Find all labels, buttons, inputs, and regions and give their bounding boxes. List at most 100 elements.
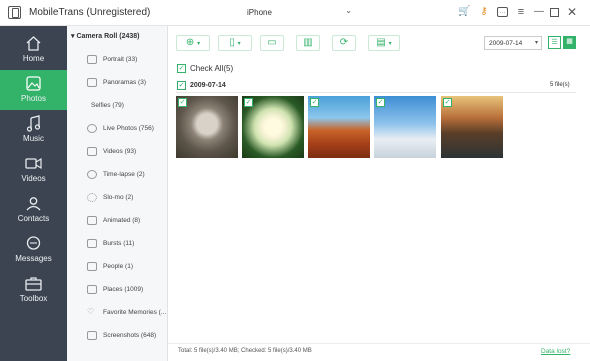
close-icon[interactable]: ✕ (566, 6, 578, 18)
date-group-count: 5 file(s) (550, 82, 570, 88)
chevron-down-icon: ▾ (534, 40, 538, 46)
photo-thumbnail-penguins[interactable]: ✓ (374, 96, 436, 158)
chevron-down-icon: ▾ (197, 41, 201, 47)
album-screenshots[interactable]: Screenshots (648) (87, 330, 167, 344)
time-lapse-icon (87, 170, 97, 179)
nav-label: Music (23, 134, 44, 143)
contacts-icon (26, 197, 41, 211)
toolbox-icon: ▤ (376, 37, 386, 48)
title-bar: MobileTrans (Unregistered) iPhone ⌄ 🛒 ⚷ … (0, 0, 590, 26)
device-name: iPhone (247, 8, 272, 17)
album-label: Live Photos (756) (103, 125, 154, 132)
portrait-icon (87, 55, 97, 64)
nav-label: Contacts (17, 214, 50, 223)
date-filter-value: 2009-07-14 (489, 40, 523, 47)
bursts-icon (87, 239, 97, 248)
people-icon (87, 262, 97, 271)
album-label: Screenshots (648) (103, 332, 157, 339)
export-button[interactable]: ▯ ▾ (218, 35, 252, 51)
app-logo-icon (8, 6, 21, 19)
refresh-button[interactable]: ⟳ (332, 35, 356, 51)
toolbox-icon (25, 277, 42, 291)
date-filter-select[interactable]: 2009-07-14 ▾ (484, 36, 542, 50)
photo-checkbox[interactable]: ✓ (244, 98, 253, 107)
grid-view-button[interactable]: ▦ (563, 36, 576, 49)
divider (176, 92, 576, 93)
add-button[interactable]: ⊕ ▾ (176, 35, 210, 51)
video-icon (87, 147, 97, 156)
nav-videos[interactable]: Videos (0, 150, 67, 190)
heart-icon: ♡ (87, 307, 95, 316)
nav-home[interactable]: Home (0, 30, 67, 70)
add-icon: ⊕ (185, 37, 195, 48)
album-places[interactable]: Places (1009) (87, 284, 167, 298)
grid-view-icon: ▦ (566, 38, 573, 45)
nav-photos[interactable]: Photos (0, 70, 67, 110)
album-videos[interactable]: Videos (93) (87, 146, 167, 160)
album-selfies[interactable]: Selfies (79) (87, 100, 167, 114)
refresh-icon: ⟳ (339, 37, 349, 48)
album-live-photos[interactable]: Live Photos (756) (87, 123, 167, 137)
home-icon (26, 36, 41, 51)
album-label: Slo-mo (2) (103, 194, 134, 201)
album-time-lapse[interactable]: Time-lapse (2) (87, 169, 167, 183)
album-label: Time-lapse (2) (103, 171, 145, 178)
menu-icon[interactable]: ≡ (515, 6, 527, 18)
nav-label: Home (22, 54, 45, 63)
toolbar: ⊕ ▾ ▯ ▾ ▭ ▥ ⟳ ▤ ▾ 2009-07-14 ▾ ☰ ▦ (168, 26, 590, 60)
camera-roll-label: Camera Roll (2438) (76, 33, 140, 40)
device-selector[interactable]: iPhone ⌄ (232, 6, 354, 20)
export-to-pc-button[interactable]: ▭ (260, 35, 284, 51)
status-bar: Total: 5 file(s)/3.40 MB; Checked: 5 fil… (168, 343, 590, 361)
list-view-button[interactable]: ☰ (548, 36, 561, 49)
status-summary: Total: 5 file(s)/3.40 MB; Checked: 5 fil… (178, 348, 312, 354)
nav-music[interactable]: Music (0, 110, 67, 150)
nav-label: Toolbox (19, 294, 48, 303)
album-favorite-memories[interactable]: ♡ Favorite Memories (... (87, 307, 167, 321)
app-title: MobileTrans (Unregistered) (29, 7, 151, 18)
photo-thumbnail-lighthouse[interactable]: ✓ (441, 96, 503, 158)
photo-thumbnail-white-flower[interactable]: ✓ (242, 96, 304, 158)
album-label: Animated (8) (103, 217, 141, 224)
date-group-checkbox[interactable]: ✓ (177, 81, 186, 90)
nav-toolbox[interactable]: Toolbox (0, 270, 67, 310)
photo-checkbox[interactable]: ✓ (443, 98, 452, 107)
minimize-icon[interactable]: — (533, 6, 545, 18)
album-people[interactable]: People (1) (87, 261, 167, 275)
video-icon (25, 157, 42, 170)
chevron-down-icon: ⌄ (345, 6, 352, 15)
album-label: Favorite Memories (... (103, 309, 167, 316)
album-panel: ▾ Camera Roll (2438) Portrait (33) Panor… (67, 26, 168, 361)
trash-icon: ▥ (303, 37, 313, 48)
photo-thumbnail-koala[interactable]: ✓ (176, 96, 238, 158)
camera-roll-header[interactable]: ▾ Camera Roll (2438) (71, 32, 140, 40)
key-icon[interactable]: ⚷ (478, 6, 490, 18)
cart-icon[interactable]: 🛒 (458, 6, 470, 18)
delete-button[interactable]: ▥ (296, 35, 320, 51)
export-device-icon: ▯ (229, 37, 235, 48)
live-photo-icon (87, 124, 97, 133)
nav-contacts[interactable]: Contacts (0, 190, 67, 230)
album-panoramas[interactable]: Panoramas (3) (87, 77, 167, 91)
data-lost-link[interactable]: Data lost? (541, 348, 570, 355)
photo-checkbox[interactable]: ✓ (310, 98, 319, 107)
album-label: Selfies (79) (91, 102, 124, 109)
feedback-icon[interactable]: ··· (497, 7, 508, 17)
album-animated[interactable]: Animated (8) (87, 215, 167, 229)
photo-thumbnail-desert-canyon[interactable]: ✓ (308, 96, 370, 158)
maximize-icon[interactable] (550, 8, 559, 17)
album-portrait[interactable]: Portrait (33) (87, 54, 167, 68)
check-all-checkbox[interactable]: ✓ (177, 64, 186, 73)
album-label: Videos (93) (103, 148, 137, 155)
check-all-label: Check All(5) (190, 64, 234, 73)
album-bursts[interactable]: Bursts (11) (87, 238, 167, 252)
photo-checkbox[interactable]: ✓ (376, 98, 385, 107)
album-label: Panoramas (3) (103, 79, 146, 86)
more-tools-button[interactable]: ▤ ▾ (368, 35, 400, 51)
nav-label: Messages (15, 254, 52, 263)
nav-label: Photos (21, 94, 46, 103)
photo-checkbox[interactable]: ✓ (178, 98, 187, 107)
album-slo-mo[interactable]: Slo-mo (2) (87, 192, 167, 206)
animated-icon (87, 216, 97, 225)
nav-messages[interactable]: Messages (0, 230, 67, 270)
